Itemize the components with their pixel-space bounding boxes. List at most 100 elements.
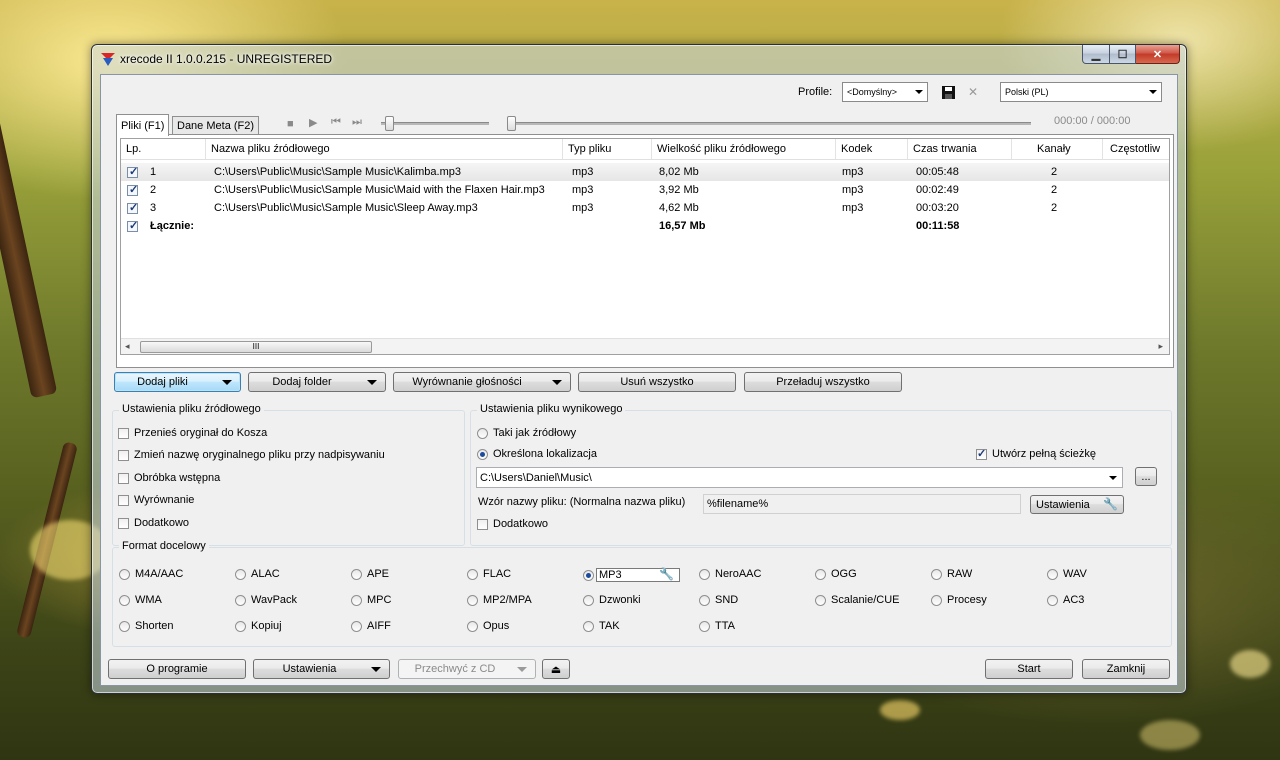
format-radio-aiff[interactable]: AIFF: [351, 620, 391, 632]
output-path-combo[interactable]: C:\Users\Daniel\Music\: [476, 467, 1123, 488]
format-radio-shorten[interactable]: Shorten: [119, 620, 174, 632]
scroll-left-icon[interactable]: ◂: [125, 341, 130, 352]
close-window-button[interactable]: ✕: [1136, 45, 1180, 64]
start-button[interactable]: Start: [985, 659, 1073, 679]
row-checkbox[interactable]: [127, 201, 138, 214]
wrench-icon[interactable]: 🔧: [659, 567, 674, 581]
settings-button[interactable]: Ustawienia: [253, 659, 390, 679]
checkbox-box[interactable]: [118, 517, 129, 529]
format-radio-mp2-mpa[interactable]: MP2/MPA: [467, 594, 532, 606]
delete-profile-icon[interactable]: ✕: [965, 84, 981, 100]
format-radio-ac3[interactable]: AC3: [1047, 594, 1084, 606]
radio-dot[interactable]: [699, 620, 710, 632]
reload-all-button[interactable]: Przeładuj wszystko: [744, 372, 902, 392]
rename-original-checkbox[interactable]: Zmień nazwę oryginalnego pliku przy nadp…: [118, 449, 385, 461]
radio-dot[interactable]: [1047, 568, 1058, 580]
radio-dot[interactable]: [235, 620, 246, 632]
column-header-number[interactable]: Lp.: [121, 139, 206, 159]
radio-dot[interactable]: [477, 427, 488, 439]
volume-slider[interactable]: [381, 122, 489, 125]
checkbox-box[interactable]: [118, 427, 129, 439]
close-button[interactable]: Zamknij: [1082, 659, 1170, 679]
stop-icon[interactable]: ■: [287, 118, 294, 130]
normalization-checkbox[interactable]: Wyrównanie: [118, 494, 194, 506]
column-header-codec[interactable]: Kodek: [836, 139, 908, 159]
format-radio-ogg[interactable]: OGG: [815, 568, 857, 580]
minimize-button[interactable]: ▁: [1082, 45, 1110, 64]
checkbox-box[interactable]: [118, 494, 129, 506]
rip-cd-button[interactable]: Przechwyć z CD: [398, 659, 536, 679]
format-radio-snd[interactable]: SND: [699, 594, 738, 606]
checkbox-box[interactable]: [976, 447, 987, 460]
move-to-trash-checkbox[interactable]: Przenieś oryginał do Kosza: [118, 427, 267, 439]
format-radio-mp3[interactable]: MP3 🔧: [583, 567, 680, 582]
format-radio-neroaac[interactable]: NeroAAC: [699, 568, 761, 580]
column-header-type[interactable]: Typ pliku: [563, 139, 652, 159]
table-total-row[interactable]: Łącznie: 16,57 Mb 00:11:58: [121, 217, 1169, 235]
radio-dot[interactable]: [477, 448, 488, 460]
column-header-size[interactable]: Wielkość pliku źródłowego: [652, 139, 836, 159]
radio-dot[interactable]: [583, 569, 594, 581]
browse-folder-button[interactable]: ...: [1135, 467, 1157, 486]
specific-location-radio[interactable]: Określona lokalizacja: [477, 448, 597, 460]
radio-dot[interactable]: [119, 594, 130, 606]
format-radio-wavpack[interactable]: WavPack: [235, 594, 297, 606]
radio-dot[interactable]: [351, 568, 362, 580]
volume-slider-thumb[interactable]: [385, 116, 394, 131]
radio-dot[interactable]: [931, 568, 942, 580]
format-radio-mpc[interactable]: MPC: [351, 594, 391, 606]
format-radio-dzwonki[interactable]: Dzwonki: [583, 594, 641, 606]
eject-button[interactable]: ⏏: [542, 659, 570, 679]
save-profile-icon[interactable]: [940, 84, 956, 100]
format-radio-wma[interactable]: WMA: [119, 594, 162, 606]
scroll-right-icon[interactable]: ▸: [1158, 341, 1163, 352]
radio-dot[interactable]: [815, 594, 826, 606]
seek-slider-thumb[interactable]: [507, 116, 516, 131]
pattern-settings-button[interactable]: Ustawienia 🔧: [1030, 495, 1124, 514]
checkbox-box[interactable]: [477, 518, 488, 530]
dropdown-arrow-icon[interactable]: [222, 380, 232, 385]
add-folder-button[interactable]: Dodaj folder: [248, 372, 386, 392]
format-radio-tta[interactable]: TTA: [699, 620, 735, 632]
format-radio-tak[interactable]: TAK: [583, 620, 620, 632]
next-icon[interactable]: ⏭: [352, 116, 362, 129]
format-radio-m4a-aac[interactable]: M4A/AAC: [119, 568, 183, 580]
tab-metadata[interactable]: Dane Meta (F2): [172, 116, 260, 135]
format-radio-scalanie-cue[interactable]: Scalanie/CUE: [815, 594, 899, 606]
radio-dot[interactable]: [1047, 594, 1058, 606]
previous-icon[interactable]: ⏮: [331, 116, 341, 129]
table-row[interactable]: 1 C:\Users\Public\Music\Sample Music\Kal…: [121, 163, 1169, 181]
radio-dot[interactable]: [467, 620, 478, 632]
radio-dot[interactable]: [815, 568, 826, 580]
create-full-path-checkbox[interactable]: Utwórz pełną ścieżkę: [976, 447, 1096, 460]
format-radio-kopiuj[interactable]: Kopiuj: [235, 620, 282, 632]
seek-slider[interactable]: [507, 122, 1031, 125]
dropdown-arrow-icon[interactable]: [367, 380, 377, 385]
row-checkbox[interactable]: [127, 165, 138, 178]
format-radio-alac[interactable]: ALAC: [235, 568, 280, 580]
radio-dot[interactable]: [235, 594, 246, 606]
radio-dot[interactable]: [699, 568, 710, 580]
column-header-name[interactable]: Nazwa pliku źródłowego: [206, 139, 563, 159]
tab-files[interactable]: Pliki (F1): [116, 114, 170, 136]
dropdown-arrow-icon[interactable]: [552, 380, 562, 385]
radio-dot[interactable]: [583, 620, 594, 632]
same-as-source-radio[interactable]: Taki jak źródłowy: [477, 427, 576, 439]
checkbox-box[interactable]: [118, 449, 129, 461]
radio-dot[interactable]: [931, 594, 942, 606]
column-header-channels[interactable]: Kanały: [1012, 139, 1103, 159]
output-extra-checkbox[interactable]: Dodatkowo: [477, 518, 548, 530]
horizontal-scrollbar[interactable]: ◂ III ▸: [121, 338, 1169, 354]
table-row[interactable]: 2 C:\Users\Public\Music\Sample Music\Mai…: [121, 181, 1169, 199]
title-bar[interactable]: xrecode II 1.0.0.215 - UNREGISTERED ▁ ☐ …: [92, 45, 1186, 73]
profile-select[interactable]: <Domyślny>: [842, 82, 928, 102]
preprocessing-checkbox[interactable]: Obróbka wstępna: [118, 472, 220, 484]
file-list[interactable]: Lp. Nazwa pliku źródłowego Typ pliku Wie…: [120, 138, 1170, 355]
maximize-button[interactable]: ☐: [1110, 45, 1136, 64]
format-radio-flac[interactable]: FLAC: [467, 568, 511, 580]
row-checkbox[interactable]: [127, 183, 138, 196]
format-radio-raw[interactable]: RAW: [931, 568, 972, 580]
radio-dot[interactable]: [467, 568, 478, 580]
format-radio-wav[interactable]: WAV: [1047, 568, 1087, 580]
format-radio-opus[interactable]: Opus: [467, 620, 509, 632]
